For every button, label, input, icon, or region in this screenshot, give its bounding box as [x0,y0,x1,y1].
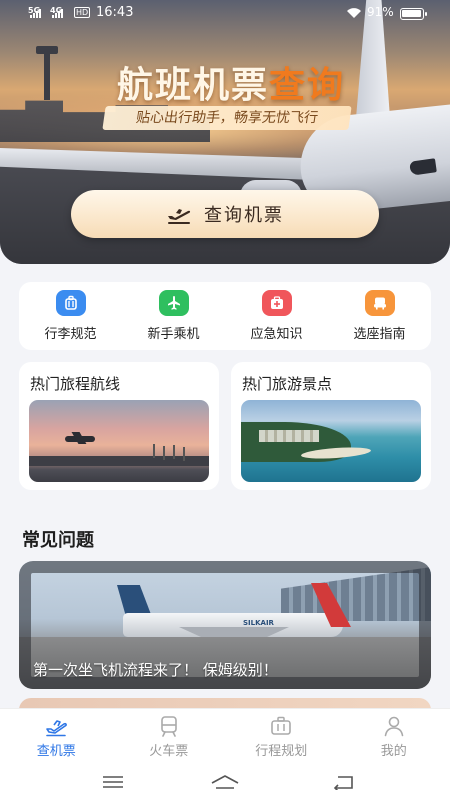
wifi-icon [347,8,361,18]
back-icon[interactable] [325,770,361,794]
faq-article-caption: 第一次坐飞机流程来了！ 保姆级别！ [33,661,278,679]
quick-item-luggage[interactable]: 行李规范 [23,290,119,342]
airplane-icon [158,290,189,316]
train-icon [160,715,177,737]
plane-silhouette [65,436,95,442]
query-flights-label: 查询机票 [204,205,284,226]
plane-ticket-icon [46,719,68,736]
popular-spots-title: 热门旅游景点 [242,375,333,393]
quick-item-label: 新手乘机 [147,327,200,342]
user-icon [384,716,404,736]
clock: 16:43 [96,5,134,20]
hd-badge: HD [74,7,91,18]
hero-title: 航班机票查询 [86,56,376,108]
quick-item-label: 选座指南 [353,327,406,342]
luggage-icon [55,290,86,316]
quick-menu: 行李规范 新手乘机 应急知识 选座指南 [19,282,431,350]
hero-title-main: 航班机票 [116,65,269,106]
quick-item-emergency[interactable]: 应急知识 [229,290,325,342]
hero-title-accent: 查询 [269,65,346,106]
status-bar: 5G 4G HD 16:43 91% [0,0,450,28]
hero-subtitle: 贴心出行助手，畅享无忧飞行 [102,106,352,130]
suitcase-icon [271,716,292,735]
tab-label: 查机票 [36,743,76,759]
quick-item-label: 行李规范 [44,327,97,342]
tab-flights[interactable]: 查机票 [6,715,106,759]
tab-itinerary[interactable]: 行程规划 [231,715,331,759]
quick-item-first-flight[interactable]: 新手乘机 [126,290,222,342]
menu-icon[interactable] [95,770,131,794]
home-icon[interactable] [207,770,243,794]
hero-banner: 航班机票查询 贴心出行助手，畅享无忧飞行 查询机票 [0,0,450,264]
battery-percent: 91% [367,5,394,19]
tab-label: 火车票 [149,743,189,759]
resort-buildings [259,430,319,442]
tab-label: 行程规划 [255,743,308,759]
quick-item-label: 应急知识 [250,327,303,342]
sunset-airport-image [29,400,209,482]
first-aid-icon [261,290,292,316]
faq-article-card[interactable]: SILKAIR 第一次坐飞机流程来了！ 保姆级别！ [19,561,431,689]
signal-icon [30,8,41,18]
bottom-tab-bar: 查机票 火车票 行程规划 我的 [0,708,450,764]
airplane-takeoff-icon [168,209,191,224]
battery-icon [400,8,427,20]
wind-turbines [153,444,155,458]
tab-profile[interactable]: 我的 [344,715,444,759]
coastal-resort-image [241,400,421,482]
signal-icon-2 [52,8,63,18]
tab-trains[interactable]: 火车票 [119,715,219,759]
popular-routes-card[interactable]: 热门旅程航线 [19,362,219,490]
seat-icon [364,290,395,316]
faq-heading: 常见问题 [22,530,94,551]
query-flights-button[interactable]: 查询机票 [71,190,379,238]
popular-spots-card[interactable]: 热门旅游景点 [231,362,431,490]
horizon [29,456,209,466]
popular-routes-title: 热门旅程航线 [30,375,121,393]
tab-label: 我的 [380,743,407,759]
quick-item-seat-guide[interactable]: 选座指南 [332,290,428,342]
system-navigation-bar [0,764,450,800]
control-tower [36,46,58,100]
